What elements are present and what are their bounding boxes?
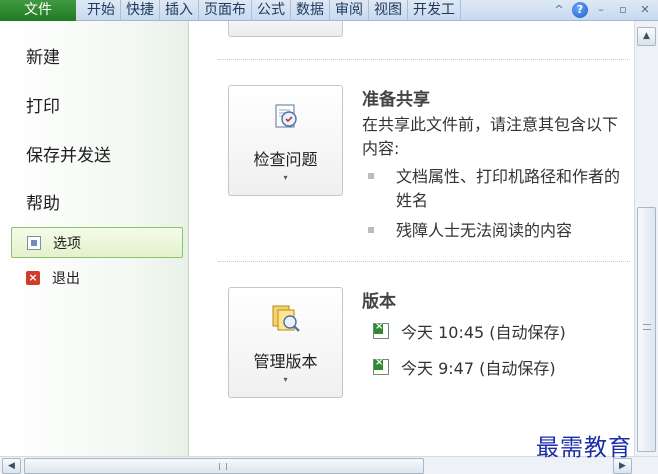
versions-title: 版本	[362, 292, 396, 312]
backstage-nav: 新建 打印 保存并发送 帮助 选项 × 退出	[0, 21, 189, 456]
window-controls: ^ ? – ▫ ✕	[550, 1, 654, 19]
watermark: 最需教育	[536, 435, 632, 461]
chevron-down-icon: ▾	[283, 375, 288, 384]
nav-options[interactable]: 选项	[11, 227, 183, 258]
scroll-left-icon[interactable]: ◀	[2, 458, 21, 474]
tab-data[interactable]: 数据	[291, 0, 330, 21]
ribbon-tab-bar: 文件 开始 快捷 插入 页面布 公式 数据 审阅 视图 开发工 ^ ? – ▫ …	[0, 0, 658, 21]
minimize-icon[interactable]: –	[592, 1, 610, 19]
help-icon[interactable]: ?	[572, 2, 588, 18]
tab-formulas[interactable]: 公式	[252, 0, 291, 21]
nav-options-label: 选项	[53, 235, 81, 252]
excel-file-icon	[373, 357, 389, 375]
previous-section-button[interactable]	[228, 21, 343, 37]
tab-insert[interactable]: 插入	[160, 0, 199, 21]
collapse-ribbon-icon[interactable]: ^	[550, 1, 568, 19]
nav-save-send[interactable]: 保存并发送	[26, 141, 111, 166]
manage-versions-icon	[272, 305, 300, 332]
manage-versions-button[interactable]: 管理版本 ▾	[228, 287, 343, 398]
tab-file[interactable]: 文件	[0, 0, 76, 21]
nav-exit-label: 退出	[52, 270, 80, 287]
vertical-scrollbar[interactable]: ▲	[634, 21, 658, 456]
check-for-issues-button[interactable]: 检查问题 ▾	[228, 85, 343, 196]
backstage-content: 检查问题 ▾ 准备共享 在共享此文件前，请注意其包含以下内容: 文档属性、打印机…	[190, 21, 634, 456]
prepare-sharing-title: 准备共享	[362, 90, 430, 110]
tab-quick[interactable]: 快捷	[121, 0, 160, 21]
prepare-sharing-description: 在共享此文件前，请注意其包含以下内容:	[362, 115, 619, 158]
options-icon	[27, 235, 41, 250]
ribbon-tabs: 开始 快捷 插入 页面布 公式 数据 审阅 视图 开发工	[82, 0, 461, 21]
inspect-document-icon	[275, 104, 297, 128]
vertical-scroll-thumb[interactable]	[637, 207, 656, 452]
tab-view[interactable]: 视图	[369, 0, 408, 21]
list-item: 文档属性、打印机路径和作者的姓名	[366, 165, 628, 213]
version-item[interactable]: 今天 9:47 (自动保存)	[373, 355, 556, 379]
grip-icon	[643, 324, 651, 330]
excel-file-icon	[373, 321, 389, 339]
section-divider	[218, 59, 630, 60]
tab-review[interactable]: 审阅	[330, 0, 369, 21]
tab-page-layout[interactable]: 页面布	[199, 0, 252, 21]
grip-icon	[219, 463, 227, 470]
tab-home[interactable]: 开始	[82, 0, 121, 21]
section-divider	[218, 261, 630, 262]
restore-icon[interactable]: ▫	[614, 1, 632, 19]
horizontal-scroll-thumb[interactable]	[24, 458, 424, 474]
nav-print[interactable]: 打印	[26, 92, 60, 117]
nav-exit[interactable]: × 退出	[11, 262, 183, 293]
version-item-label: 今天 9:47 (自动保存)	[401, 359, 556, 378]
list-item: 残障人士无法阅读的内容	[366, 219, 628, 243]
version-item[interactable]: 今天 10:45 (自动保存)	[373, 319, 566, 343]
scroll-up-icon[interactable]: ▲	[637, 27, 656, 46]
chevron-down-icon: ▾	[283, 173, 288, 182]
nav-new[interactable]: 新建	[26, 43, 60, 68]
exit-icon: ×	[26, 270, 40, 285]
version-item-label: 今天 10:45 (自动保存)	[401, 323, 566, 342]
close-icon[interactable]: ✕	[636, 1, 654, 19]
check-for-issues-label: 检查问题	[253, 150, 318, 169]
manage-versions-label: 管理版本	[253, 352, 318, 371]
nav-help[interactable]: 帮助	[26, 189, 60, 214]
tab-developer[interactable]: 开发工	[408, 0, 461, 21]
